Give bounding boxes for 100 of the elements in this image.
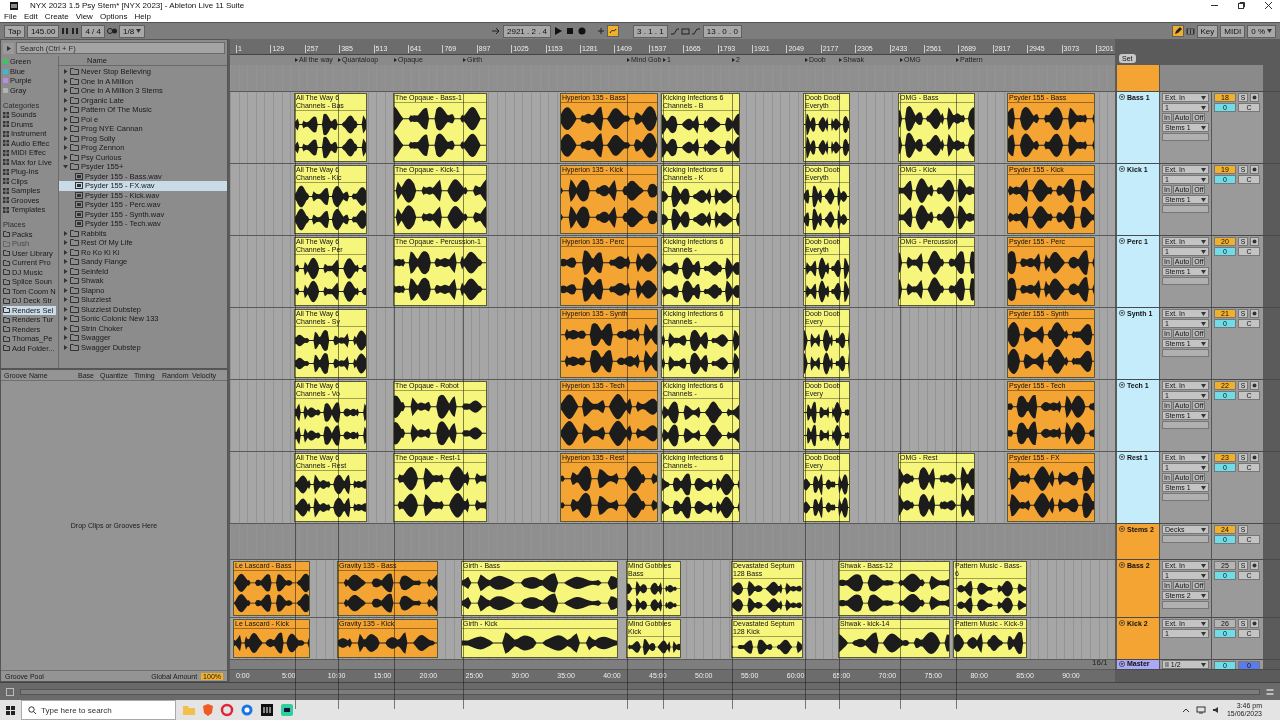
menu-item[interactable]: File — [4, 12, 17, 21]
record-arm-icon[interactable] — [1250, 453, 1259, 462]
fold-icon[interactable] — [1119, 382, 1125, 388]
keyboard-icon[interactable] — [1185, 26, 1195, 36]
record-arm-icon[interactable] — [1250, 237, 1259, 246]
triangle-icon[interactable] — [63, 268, 68, 274]
menu-item[interactable]: Options — [99, 12, 128, 21]
menu-item[interactable]: Help — [134, 12, 151, 21]
loop-icon[interactable] — [680, 26, 690, 36]
draw-mode-button[interactable] — [1171, 25, 1184, 37]
speaker-icon[interactable] — [1211, 706, 1221, 714]
triangle-icon[interactable] — [63, 316, 68, 322]
tap-button[interactable]: Tap — [4, 24, 25, 38]
triangle-icon[interactable] — [63, 259, 68, 265]
record-arm-icon[interactable] — [1250, 165, 1259, 174]
record-arm-icon[interactable] — [1250, 619, 1259, 628]
triangle-icon[interactable] — [63, 278, 68, 284]
position-field[interactable]: 2921 . 2 . 4 — [503, 24, 552, 38]
track-view-icon[interactable] — [1266, 687, 1274, 696]
triangle-icon[interactable] — [63, 69, 68, 75]
record-arm-icon[interactable] — [1250, 561, 1259, 570]
metronome-icon[interactable] — [106, 27, 117, 35]
close-icon[interactable] — [1265, 2, 1272, 9]
loop-start-field[interactable]: 3 . 1 . 1 — [633, 24, 668, 38]
record-arm-icon[interactable] — [1250, 381, 1259, 390]
quantize-dropdown[interactable]: 1/8 — [118, 24, 146, 38]
key-button[interactable]: Key — [1196, 24, 1219, 38]
fold-icon[interactable] — [1119, 238, 1125, 244]
waveform-drawing — [627, 637, 680, 657]
triangle-icon[interactable] — [63, 154, 68, 160]
windows-icon[interactable] — [6, 705, 15, 715]
triangle-icon[interactable] — [63, 240, 68, 246]
record-arm-icon[interactable] — [1250, 309, 1259, 318]
stop-icon[interactable] — [565, 26, 576, 36]
triangle-icon[interactable] — [63, 335, 68, 341]
output-channel-field[interactable] — [1162, 277, 1209, 285]
arrow-icon[interactable] — [491, 27, 501, 35]
triangle-icon[interactable] — [63, 135, 68, 141]
output-channel-field[interactable] — [1162, 205, 1209, 213]
horizontal-scrollbar[interactable] — [20, 688, 1260, 695]
nudge-icon[interactable] — [71, 27, 80, 35]
triangle-icon[interactable] — [63, 164, 68, 170]
taskbar-search[interactable]: Type here to search — [21, 700, 176, 720]
output-channel-field[interactable] — [1162, 349, 1209, 357]
triangle-icon[interactable] — [63, 287, 68, 293]
triangle-icon[interactable] — [63, 126, 68, 132]
fold-icon[interactable] — [1119, 660, 1125, 667]
triangle-icon[interactable] — [63, 325, 68, 331]
output-channel-field[interactable] — [1162, 535, 1209, 543]
menu-item[interactable]: Create — [44, 12, 69, 21]
triangle-icon[interactable] — [63, 97, 68, 103]
fold-icon[interactable] — [1119, 94, 1125, 100]
output-channel-field[interactable] — [1162, 421, 1209, 429]
ring-icon[interactable] — [220, 703, 234, 717]
triangle-icon[interactable] — [63, 249, 68, 255]
automation-arm-button[interactable] — [607, 25, 620, 37]
chevron-icon[interactable] — [1181, 706, 1190, 714]
app-icon[interactable] — [280, 703, 294, 717]
menu-item[interactable]: View — [75, 12, 93, 21]
punch-in-icon[interactable] — [669, 26, 679, 36]
waveform-drawing — [732, 637, 802, 657]
plus-icon[interactable] — [597, 27, 606, 35]
triangle-icon[interactable] — [63, 230, 68, 236]
play-icon[interactable] — [553, 26, 564, 36]
network-icon[interactable] — [1195, 706, 1206, 714]
triangle-icon[interactable] — [63, 88, 68, 94]
fold-icon[interactable] — [1119, 620, 1125, 626]
tempo-field[interactable]: 145.00 — [26, 24, 60, 38]
cpu-meter[interactable]: 0 % — [1247, 24, 1276, 38]
fold-icon[interactable] — [1119, 526, 1125, 532]
triangle-icon[interactable] — [63, 344, 68, 350]
record-icon[interactable] — [577, 26, 588, 36]
fold-icon[interactable] — [1119, 562, 1125, 568]
circle-icon[interactable] — [240, 703, 254, 717]
triangle-icon[interactable] — [63, 78, 68, 84]
caret-icon — [1201, 269, 1206, 274]
overview-icon[interactable] — [6, 687, 14, 696]
restore-icon[interactable] — [1238, 2, 1245, 9]
triangle-icon[interactable] — [63, 116, 68, 122]
time-signature-field[interactable]: 4 / 4 — [81, 24, 105, 38]
triangle-icon[interactable] — [63, 297, 68, 303]
midi-button[interactable]: MIDI — [1220, 24, 1246, 38]
shield-icon[interactable] — [202, 703, 214, 717]
app-icon[interactable] — [260, 703, 274, 717]
menu-item[interactable]: Edit — [23, 12, 38, 21]
preview-icon[interactable] — [3, 42, 14, 54]
fold-icon[interactable] — [1119, 454, 1125, 460]
output-channel-field[interactable] — [1162, 133, 1209, 141]
record-arm-icon[interactable] — [1250, 93, 1259, 102]
fold-icon[interactable] — [1119, 166, 1125, 172]
minimize-icon[interactable] — [1211, 2, 1218, 9]
loop-length-field[interactable]: 13 . 0 . 0 — [702, 24, 742, 38]
output-channel-field[interactable] — [1162, 493, 1209, 501]
output-channel-field[interactable] — [1162, 601, 1209, 609]
triangle-icon[interactable] — [63, 107, 68, 113]
fold-icon[interactable] — [1119, 310, 1125, 316]
nudge-icon[interactable] — [61, 27, 70, 35]
punch-out-icon[interactable] — [691, 26, 701, 36]
triangle-icon[interactable] — [63, 306, 68, 312]
triangle-icon[interactable] — [63, 145, 68, 151]
